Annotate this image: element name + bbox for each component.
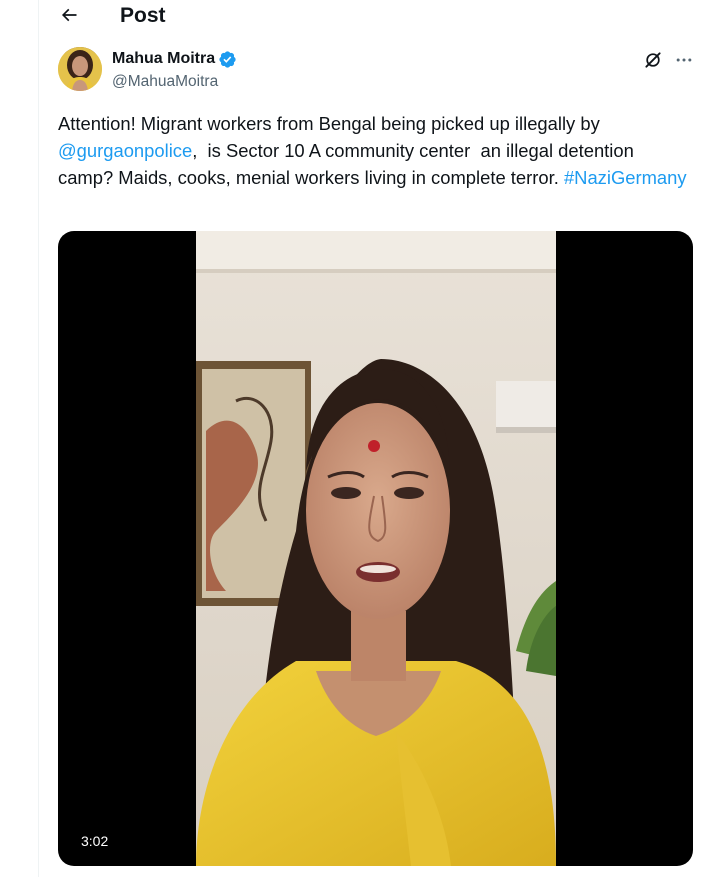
post-page: Post Mahua Moitra @MahuaMoitra Attention…	[0, 0, 711, 877]
grok-icon	[645, 52, 661, 68]
tweet-text: Attention! Migrant workers from Bengal b…	[58, 110, 688, 191]
verified-badge-icon	[219, 50, 236, 68]
hashtag-link[interactable]: #NaziGermany	[564, 167, 687, 188]
mention-link[interactable]: @gurgaonpolice	[58, 140, 192, 161]
column-border	[38, 0, 39, 877]
author-name-row: Mahua Moitra	[112, 49, 237, 69]
tweet-text-part-1: Attention! Migrant workers from Bengal b…	[58, 113, 605, 134]
author-handle[interactable]: @MahuaMoitra	[112, 73, 218, 91]
video-still-image	[196, 231, 556, 866]
video-duration: 3:02	[81, 833, 109, 849]
page-title: Post	[120, 4, 166, 27]
author-name[interactable]: Mahua Moitra	[112, 50, 215, 68]
avatar-image	[58, 47, 102, 91]
video-player[interactable]	[58, 231, 693, 866]
post-header: Post	[39, 0, 711, 32]
arrow-left-icon	[61, 8, 77, 22]
back-button[interactable]	[53, 0, 85, 31]
more-horizontal-icon	[676, 58, 692, 62]
avatar[interactable]	[58, 47, 102, 91]
video-frame	[196, 231, 556, 866]
more-options-button[interactable]	[673, 49, 695, 71]
grok-button[interactable]	[642, 49, 664, 71]
